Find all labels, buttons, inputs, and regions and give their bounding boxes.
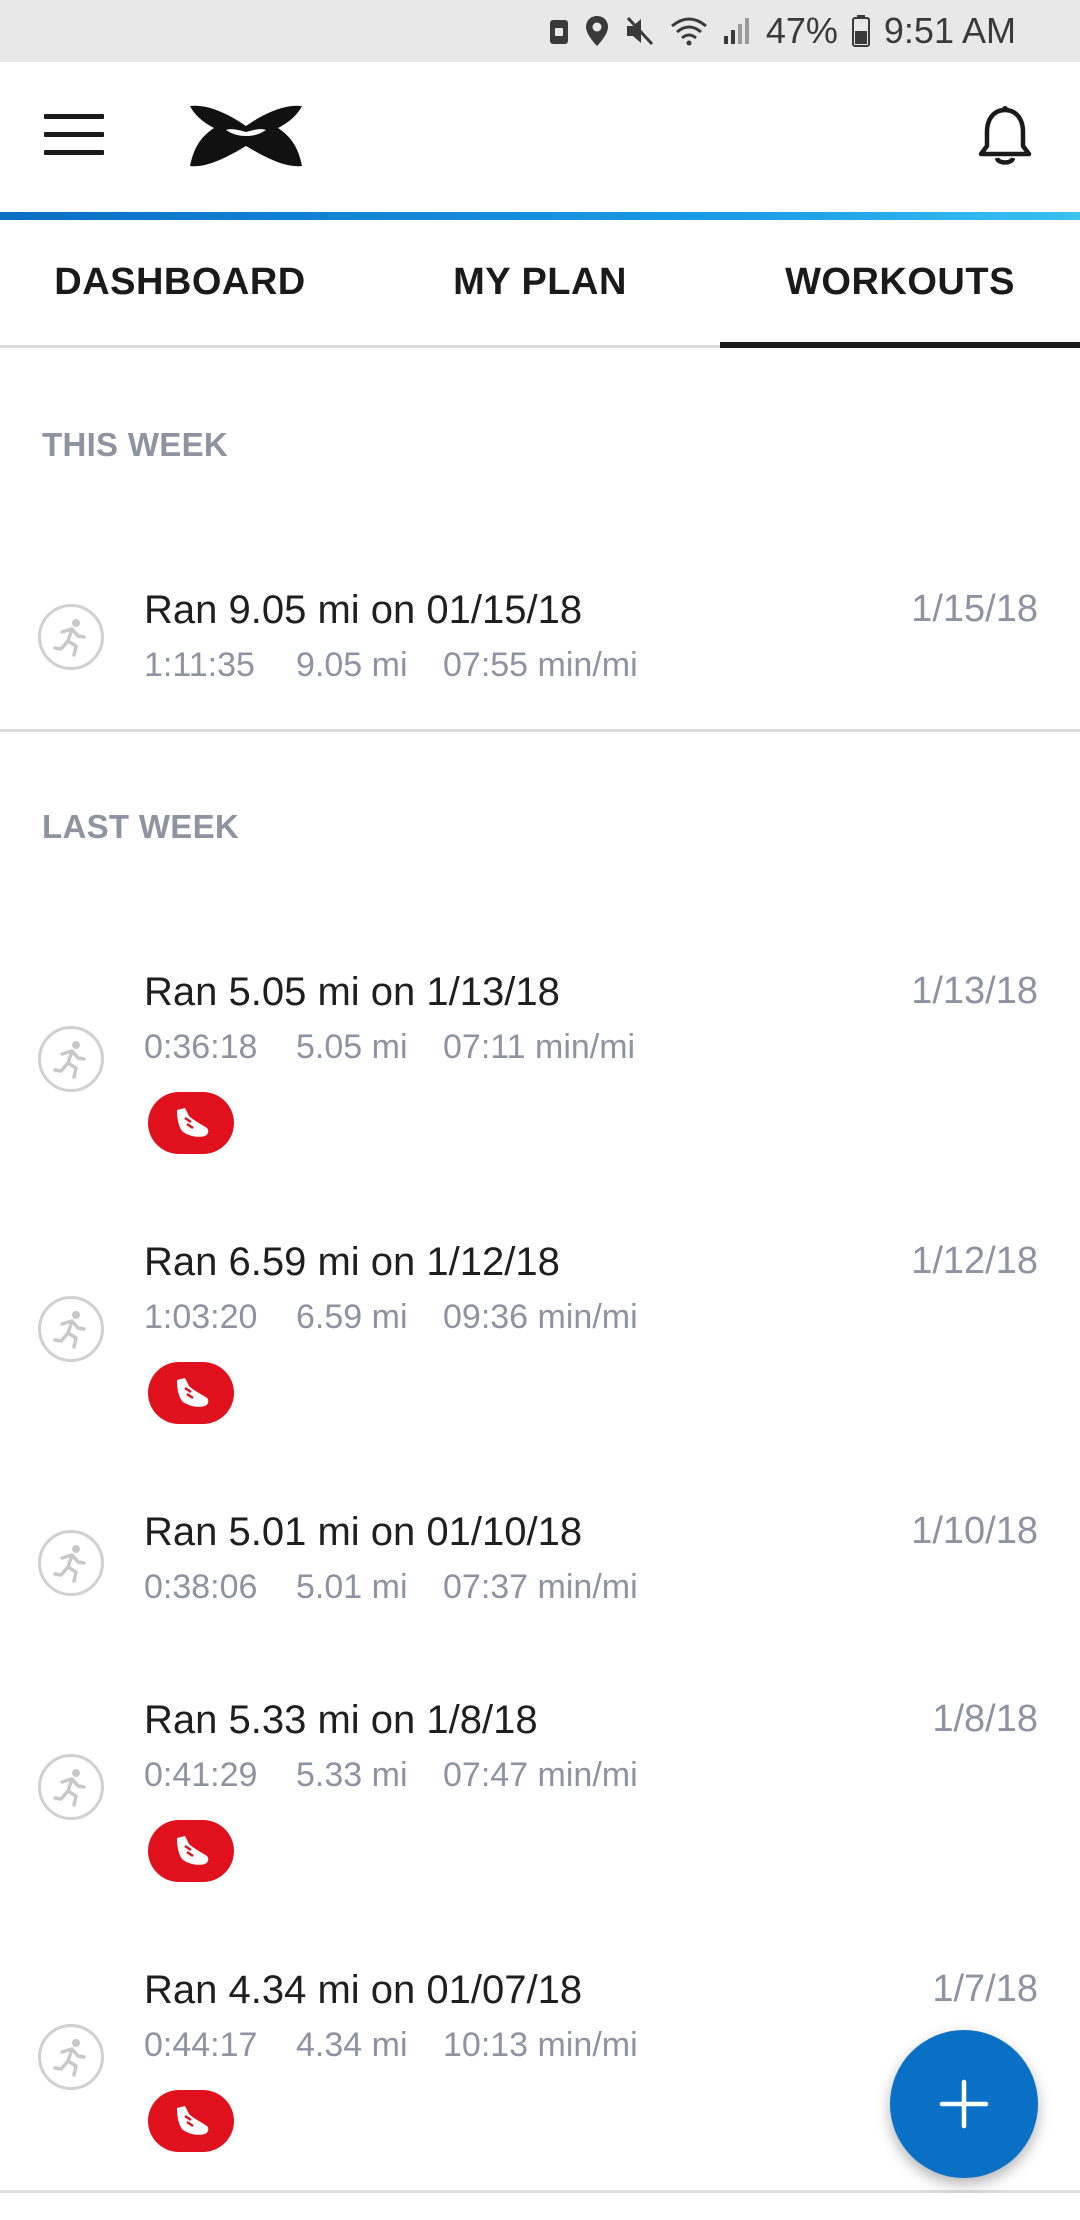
- status-icons: [548, 15, 752, 47]
- workout-pace: 07:55 min/mi: [443, 646, 638, 684]
- workout-date: 1/10/18: [911, 1510, 1038, 1552]
- running-icon: [38, 2024, 104, 2090]
- battery-percent: 47%: [765, 10, 838, 51]
- connected-shoe-badge: [148, 1820, 234, 1882]
- workout-duration: 0:41:29: [144, 1756, 258, 1794]
- list-item[interactable]: Ran 6.59 mi on 1/12/18 1/12/18 1:03:20 6…: [0, 1240, 1080, 1430]
- workout-distance: 5.05 mi: [296, 1028, 408, 1066]
- workout-title: Ran 6.59 mi on 1/12/18: [144, 1240, 560, 1284]
- workout-title: Ran 4.34 mi on 01/07/18: [144, 1968, 583, 2012]
- connected-shoe-badge: [148, 1092, 234, 1154]
- workout-title: Ran 5.01 mi on 01/10/18: [144, 1510, 583, 1554]
- tab-my-plan[interactable]: MY PLAN: [360, 220, 720, 345]
- workout-stats: 1:11:35 9.05 mi 07:55 min/mi: [144, 646, 638, 685]
- workout-pace: 09:36 min/mi: [443, 1298, 638, 1336]
- accent-bar: [0, 212, 1080, 220]
- shoe-icon: [177, 1836, 209, 1865]
- workout-stats: 0:44:17 4.34 mi 10:13 min/mi: [144, 2026, 638, 2065]
- running-icon: [38, 1754, 104, 1820]
- workout-date: 1/15/18: [911, 588, 1038, 630]
- workout-stats: 0:41:29 5.33 mi 07:47 min/mi: [144, 1756, 638, 1795]
- add-workout-button[interactable]: [890, 2030, 1038, 2178]
- workout-distance: 5.33 mi: [296, 1756, 408, 1794]
- section-label-last-week: LAST WEEK: [42, 808, 240, 845]
- workout-stats: 0:38:06 5.01 mi 07:37 min/mi: [144, 1568, 638, 1607]
- mute-icon: [626, 16, 653, 46]
- workout-duration: 0:36:18: [144, 1028, 258, 1066]
- battery-icon: [851, 15, 870, 47]
- workout-duration: 0:38:06: [144, 1568, 258, 1606]
- workout-date: 1/13/18: [911, 970, 1038, 1012]
- workout-duration: 0:44:17: [144, 2026, 258, 2064]
- workout-title: Ran 9.05 mi on 01/15/18: [144, 588, 583, 632]
- list-item[interactable]: Ran 5.01 mi on 01/10/18 1/10/18 0:38:06 …: [0, 1510, 1080, 1620]
- workout-distance: 4.34 mi: [296, 2026, 408, 2064]
- workout-pace: 07:11 min/mi: [443, 1028, 636, 1066]
- status-bar: 47% 9:51 AM: [0, 0, 1080, 62]
- workout-distance: 5.01 mi: [296, 1568, 408, 1606]
- app-bar: [0, 62, 1080, 212]
- signal-icon: [723, 18, 749, 44]
- workout-duration: 1:11:35: [144, 646, 255, 684]
- running-icon: [38, 1026, 104, 1092]
- running-icon: [38, 1530, 104, 1596]
- workout-pace: 07:47 min/mi: [443, 1756, 638, 1794]
- shoe-icon: [177, 1378, 209, 1407]
- workout-title: Ran 5.33 mi on 1/8/18: [144, 1698, 538, 1742]
- divider: [0, 729, 1080, 732]
- workout-date: 1/8/18: [932, 1698, 1038, 1740]
- divider: [0, 2190, 1080, 2193]
- workout-distance: 6.59 mi: [296, 1298, 408, 1336]
- running-icon: [38, 1296, 104, 1362]
- workout-stats: 0:36:18 5.05 mi 07:11 min/mi: [144, 1028, 635, 1067]
- workout-date: 1/7/18: [932, 1968, 1038, 2010]
- list-item[interactable]: Ran 9.05 mi on 01/15/18 1/15/18 1:11:35 …: [0, 588, 1080, 708]
- status-time: 9:51 AM: [883, 10, 1016, 51]
- tab-workouts[interactable]: WORKOUTS: [720, 220, 1080, 348]
- tab-dashboard[interactable]: DASHBOARD: [0, 220, 360, 345]
- hamburger-menu-icon[interactable]: [44, 114, 104, 160]
- workout-title: Ran 5.05 mi on 1/13/18: [144, 970, 560, 1014]
- workout-pace: 10:13 min/mi: [443, 2026, 638, 2064]
- workout-stats: 1:03:20 6.59 mi 09:36 min/mi: [144, 1298, 638, 1337]
- workout-date: 1/12/18: [911, 1240, 1038, 1282]
- workout-pace: 07:37 min/mi: [443, 1568, 638, 1606]
- plus-icon: [939, 2079, 989, 2129]
- section-label-this-week: THIS WEEK: [42, 426, 229, 463]
- connected-shoe-badge: [148, 2090, 234, 2152]
- location-icon: [585, 16, 608, 46]
- list-item[interactable]: Ran 5.05 mi on 1/13/18 1/13/18 0:36:18 5…: [0, 970, 1080, 1160]
- lock-icon: [549, 20, 568, 44]
- bell-icon[interactable]: [975, 104, 1035, 170]
- workout-duration: 1:03:20: [144, 1298, 258, 1336]
- workout-distance: 9.05 mi: [296, 646, 408, 684]
- list-item[interactable]: Ran 5.33 mi on 1/8/18 1/8/18 0:41:29 5.3…: [0, 1698, 1080, 1888]
- running-icon: [38, 604, 104, 670]
- shoe-icon: [177, 1108, 209, 1137]
- tab-bar: DASHBOARD MY PLAN WORKOUTS: [0, 220, 1080, 348]
- wifi-icon: [670, 17, 707, 46]
- under-armour-logo[interactable]: [186, 102, 306, 170]
- shoe-icon: [177, 2106, 209, 2135]
- connected-shoe-badge: [148, 1362, 234, 1424]
